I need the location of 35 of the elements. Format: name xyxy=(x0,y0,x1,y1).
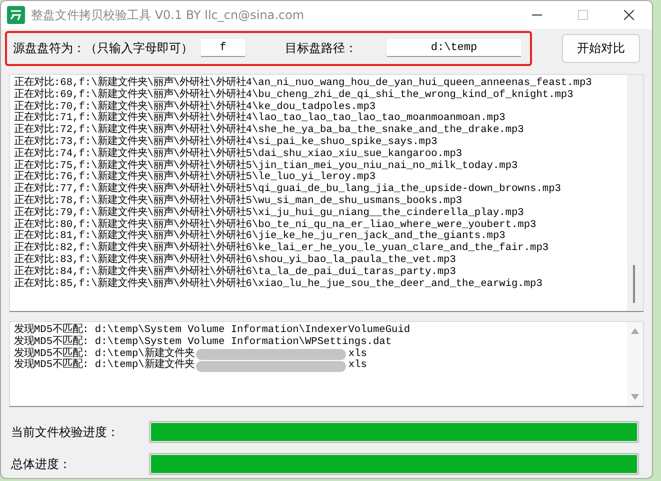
scrollbar[interactable] xyxy=(627,75,643,311)
target-path-label: 目标盘路径： xyxy=(285,40,357,56)
scrollbar[interactable] xyxy=(627,322,643,406)
app-logo-icon xyxy=(7,6,25,24)
log-line: 正在对比:73,f:\新建文件夹\丽声\外研社\外研社4\si_pai_ke_shuo_spike_says.mp3 xyxy=(14,136,438,148)
log-line: 正在对比:84,f:\新建文件夹\丽声\外研社\外研社6\ta_la_de_pai_dui_taras_party.mp3 xyxy=(14,266,457,278)
log-line: 正在对比:71,f:\新建文件夹\丽声\外研社\外研社4\lao_tao_lao_tao_lao_tao_moanmoanmoan.mp3 xyxy=(14,113,506,124)
mismatch-line: 发现MD5不匹配: d:\temp\System Volume Information\IndexerVolumeGuid xyxy=(14,325,410,336)
log-line: 正在对比:79,f:\新建文件夹\丽声\外研社\外研社5\xi_ju_hui_gu_niang__the_cinderella_play.mp3 xyxy=(14,208,525,219)
target-path-field[interactable]: d:\temp xyxy=(387,39,521,57)
source-drive-field[interactable]: f xyxy=(201,39,245,57)
log-line: 正在对比:74,f:\新建文件夹\丽声\外研社\外研社5\dai_shu_xiao_xiu_sue_kangaroo.mp3 xyxy=(14,148,464,160)
log-line: 正在对比:68,f:\新建文件夹\丽声\外研社\外研社4\an_ni_nuo_wang_hou_de_yan_hui_queen_anneenas_feast.mp3 xyxy=(14,78,593,89)
log-line: 正在对比:72,f:\新建文件夹\丽声\外研社\外研社4\she_he_ya_ba_ba_the_snake_and_the_drake.mp3 xyxy=(14,125,525,136)
mismatch-line: 发现MD5不匹配: d:\temp\System Volume Information\WPSettings.dat xyxy=(14,336,392,348)
scroll-up-icon[interactable] xyxy=(631,328,639,334)
log-line: 正在对比:69,f:\新建文件夹\丽声\外研社\外研社4\bu_cheng_zhi_de_qi_shi_the_wrong_kind_of_knight.mp3 xyxy=(14,90,574,101)
log-line: 正在对比:77,f:\新建文件夹\丽声\外研社\外研社5\qi_guai_de_bu_lang_jia_the_upside-down_browns.mp3 xyxy=(14,184,562,196)
close-icon[interactable] xyxy=(624,10,634,20)
file-extension: xls xyxy=(348,360,367,372)
log-line: 正在对比:83,f:\新建文件夹\丽声\外研社\外研社6\shou_yi_bao_la_paula_the_vet.mp3 xyxy=(14,254,457,266)
mismatch-line: 发现MD5不匹配: d:\temp\新建文件夹 xyxy=(14,360,194,372)
log-line: 正在对比:82,f:\新建文件夹\丽声\外研社\外研社6\ke_lai_er_he_you_le_yuan_clare_and_the_fair.mp3 xyxy=(14,243,550,254)
start-compare-button[interactable]: 开始对比 xyxy=(562,34,640,62)
log-line: 正在对比:78,f:\新建文件夹\丽声\外研社\外研社5\wu_si_man_de_shu_usmans_books.mp3 xyxy=(14,196,464,207)
progress-label: 当前文件校验进度： xyxy=(11,424,120,440)
progress-label: 总体进度： xyxy=(11,456,72,472)
window-title: 整盘文件拷贝校验工具 V0.1 BY llc_cn@sina.com xyxy=(31,6,306,24)
scroll-down-icon[interactable] xyxy=(631,394,639,400)
scrollbar-thumb[interactable] xyxy=(633,265,635,303)
log-line: 正在对比:81,f:\新建文件夹\丽声\外研社\外研社6\jie_ke_he_ju_ren_jack_and_the_giants.mp3 xyxy=(14,231,506,242)
source-drive-label: 源盘盘符为：（只输入字母即可） xyxy=(13,40,193,56)
log-line: 正在对比:76,f:\新建文件夹\丽声\外研社\外研社5\le_luo_yi_leroy.mp3 xyxy=(14,172,376,184)
file-extension: xls xyxy=(348,348,367,360)
log-line: 正在对比:85,f:\新建文件夹\丽声\外研社\外研社6\xiao_lu_he_jue_sou_the_deer_and_the_earwig.mp3 xyxy=(14,278,544,290)
